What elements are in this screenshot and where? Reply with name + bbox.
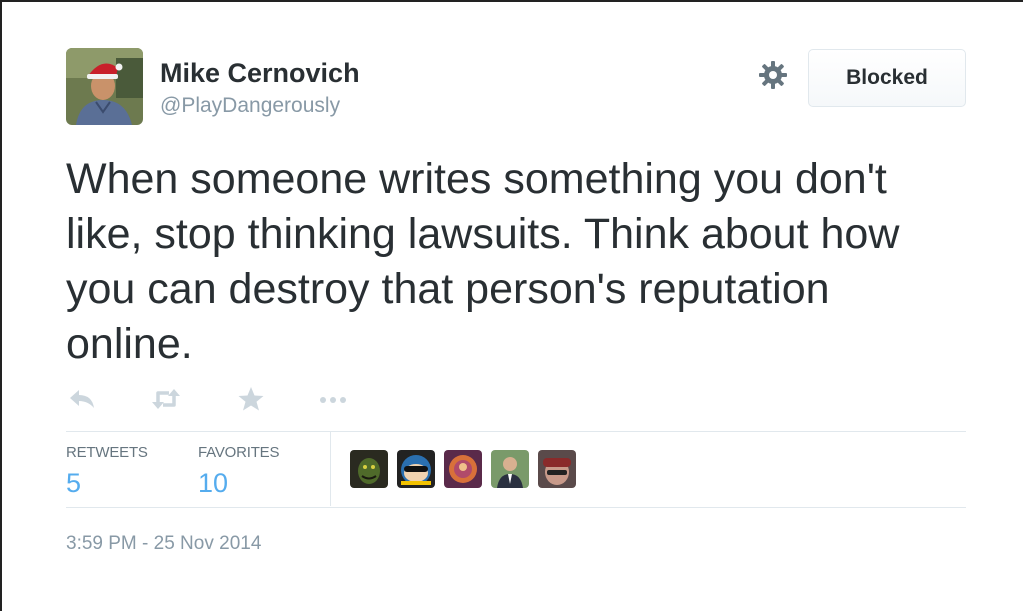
star-icon[interactable] (234, 384, 268, 414)
favoriter-avatar-5[interactable] (538, 450, 576, 488)
stats-bottom-divider (66, 507, 966, 508)
tweet-timestamp[interactable]: 3:59 PM - 25 Nov 2014 (66, 533, 261, 555)
gear-icon[interactable] (756, 58, 790, 92)
retweets-label: RETWEETS (66, 444, 148, 461)
favoriter-avatar-3[interactable] (444, 450, 482, 488)
retweet-icon[interactable] (149, 384, 183, 414)
favoriter-avatar-4[interactable] (491, 450, 529, 488)
author-name[interactable]: Mike Cernovich (160, 58, 360, 89)
favorites-count[interactable]: 10 (198, 468, 279, 499)
favorites-stat[interactable]: FAVORITES 10 (198, 444, 279, 499)
reply-icon[interactable] (66, 384, 100, 414)
stats-separator (330, 432, 331, 506)
favorites-label: FAVORITES (198, 444, 280, 461)
more-icon[interactable] (316, 384, 350, 414)
blocked-button[interactable]: Blocked (808, 49, 966, 107)
stats-top-divider (66, 431, 966, 432)
tweet-text: When someone writes something you don't … (66, 155, 900, 368)
author-avatar[interactable] (66, 48, 143, 125)
favoriter-avatar-1[interactable] (350, 450, 388, 488)
retweets-stat[interactable]: RETWEETS 5 (66, 444, 148, 499)
favoriter-avatar-2[interactable] (397, 450, 435, 488)
retweets-count[interactable]: 5 (66, 468, 148, 499)
author-handle[interactable]: @PlayDangerously (160, 94, 340, 118)
